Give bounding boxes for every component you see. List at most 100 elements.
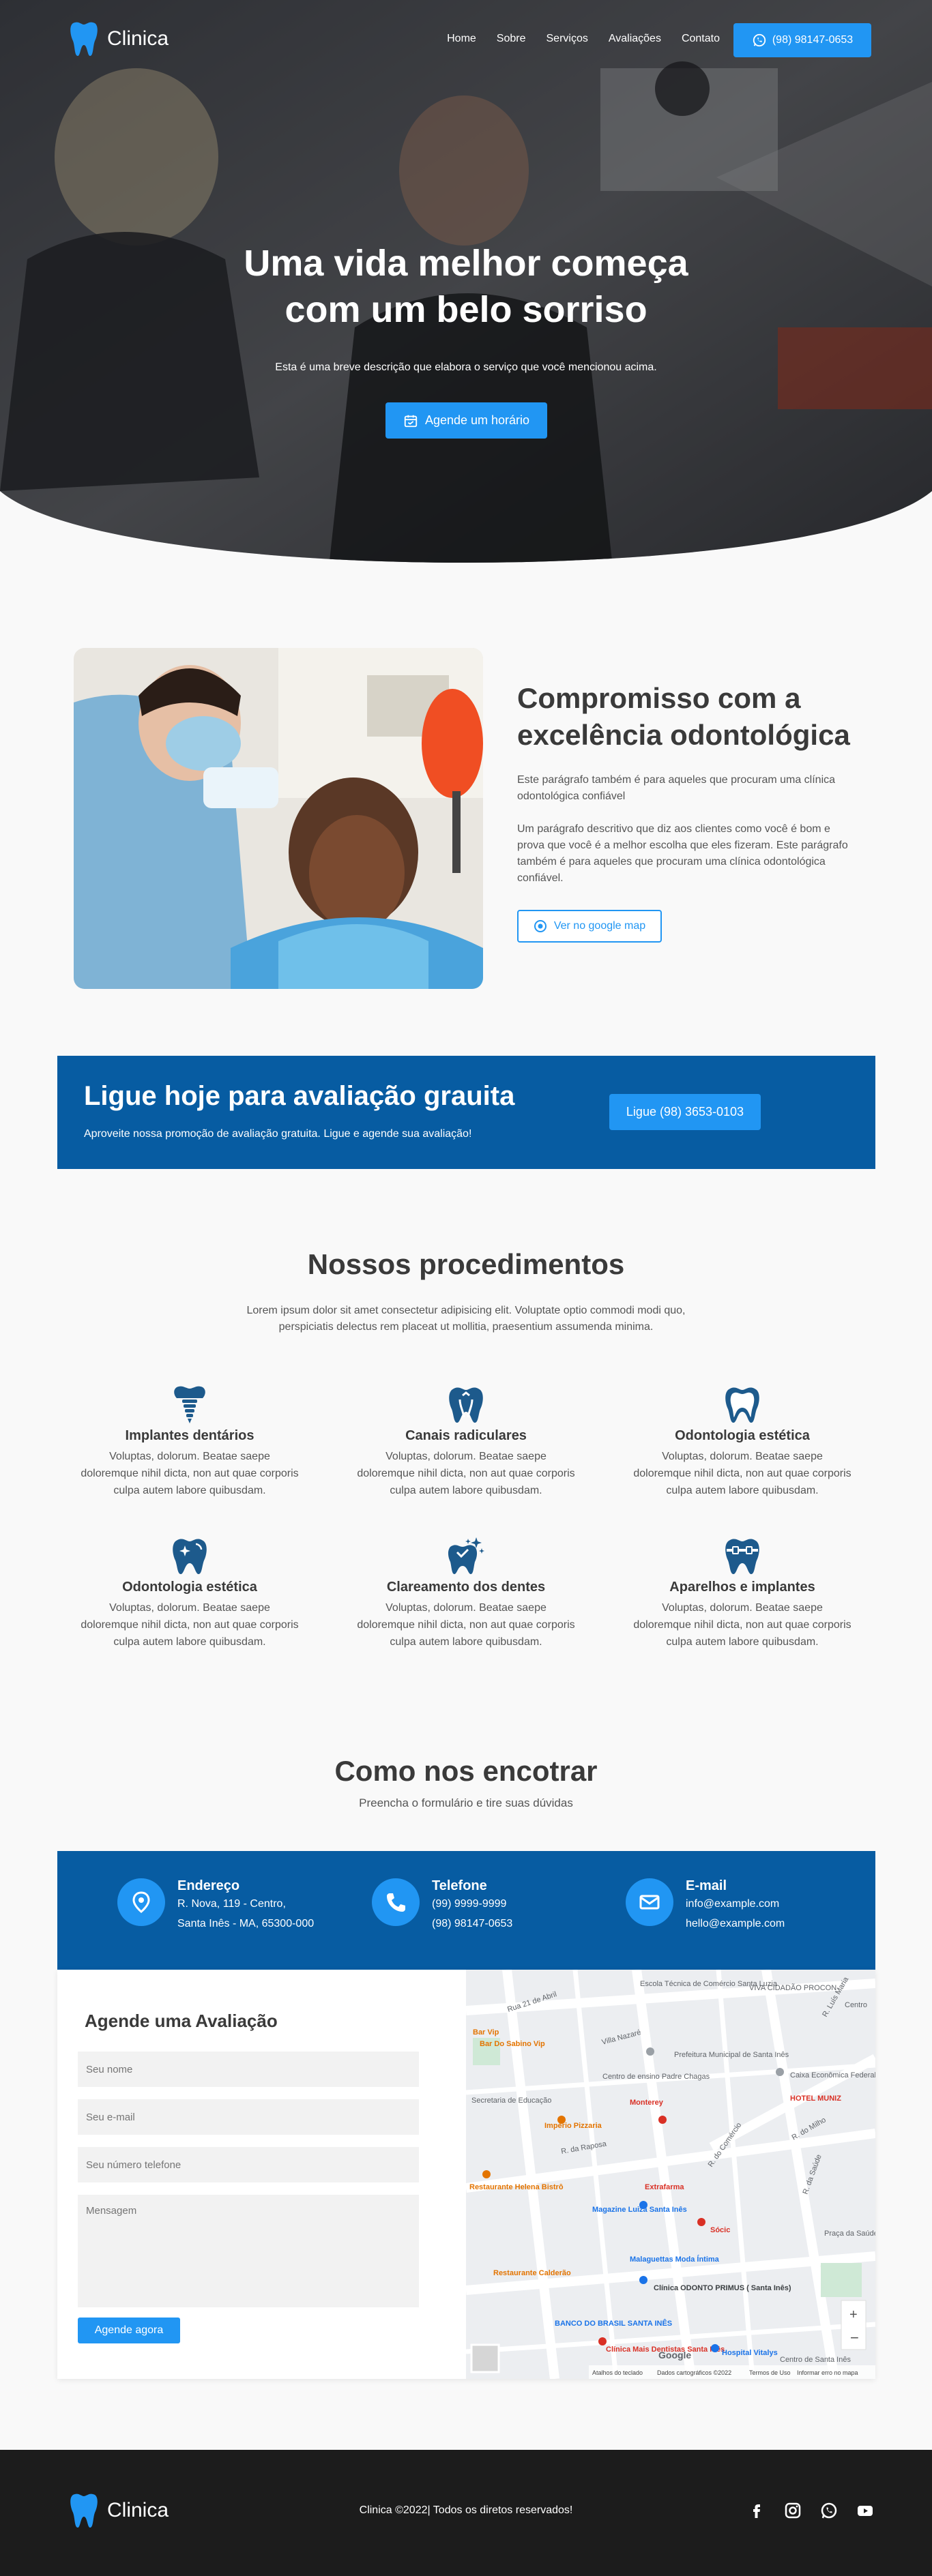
dentist-patient-photo: [74, 648, 483, 989]
google-map-button[interactable]: Ver no google map: [517, 910, 662, 943]
map-label: Monterey: [630, 2099, 664, 2107]
phone-line-2[interactable]: (98) 98147-0653: [432, 1914, 512, 1934]
map-label: Centro de Santa Inês: [780, 2356, 851, 2364]
procedure-name: Clareamento dos dentes: [386, 1580, 546, 1595]
procedure-description: Voluptas, dolorum. Beatae saepe doloremq…: [81, 1602, 299, 1648]
youtube-icon[interactable]: [856, 2502, 874, 2519]
instagram-icon[interactable]: [784, 2502, 802, 2519]
map-label: Prefeitura Municipal de Santa Inês: [674, 2051, 789, 2059]
phone-input[interactable]: [78, 2147, 419, 2182]
map-label: Dados cartográficos ©2022: [657, 2369, 731, 2376]
address-block: Endereço R. Nova, 119 - Centro, Santa In…: [117, 1878, 314, 1934]
contact-subtitle: Preencha o formulário e tire suas dúvida…: [359, 1796, 573, 1809]
phone-label: Telefone: [432, 1878, 487, 1893]
google-map[interactable]: Escola Técnica de Comércio Santa Luzia V…: [466, 1970, 875, 2379]
dental-implant-icon: [174, 1386, 205, 1423]
address-icon-badge: [117, 1878, 165, 1926]
procedure-name: Odontologia estética: [675, 1428, 810, 1443]
evaluation-cta-banner: Ligue hoje para avaliação grauita Aprove…: [57, 1056, 875, 1169]
map-label: Magazine Luiza Santa Inês: [592, 2206, 687, 2214]
email-label: E-mail: [686, 1878, 727, 1893]
about-section: Compromisso com a excelência odontológic…: [0, 580, 932, 1057]
map-label: Clínica ODONTO PRIMUS ( Santa Inês): [654, 2284, 791, 2292]
procedure-name: Odontologia estética: [122, 1580, 257, 1595]
map-label: Centro de ensino Padre Chagas: [602, 2073, 710, 2081]
address-line-2: Santa Inês - MA, 65300-000: [177, 1918, 315, 1929]
nav-link-servicos[interactable]: Serviços: [547, 33, 588, 45]
email-icon-badge: [626, 1878, 673, 1926]
procedure-card: Odontologia estética Voluptas, dolorum. …: [81, 1536, 299, 1650]
message-textarea[interactable]: [78, 2195, 419, 2307]
phone-icon-badge: [372, 1878, 420, 1926]
envelope-icon: [639, 1895, 660, 1910]
appointment-form-card: Agende uma Avaliação Agende agora: [57, 1970, 875, 2379]
map-label: Restaurante Calderão: [493, 2269, 571, 2277]
about-paragraph-2: Um parágrafo descritivo que diz aos clie…: [517, 823, 848, 884]
tooth-whitening-icon: [448, 1537, 484, 1574]
phone-line-1[interactable]: (99) 9999-9999: [432, 1894, 512, 1914]
social-links: [748, 2502, 874, 2519]
tooth-sparkle-icon: [173, 1539, 207, 1574]
map-label: Malaguettas Moda Íntima: [630, 2255, 720, 2264]
map-label: Bar Vip: [473, 2028, 499, 2037]
address-line-1: R. Nova, 119 - Centro,: [177, 1898, 286, 1910]
email-block: E-mail info@example.com hello@example.co…: [626, 1878, 785, 1934]
hero-section: Clinica Home Sobre Serviços Avaliações C…: [0, 0, 932, 580]
email-line-1[interactable]: info@example.com: [686, 1894, 785, 1914]
procedure-card: Odontologia estética Voluptas, dolorum. …: [633, 1385, 851, 1499]
facebook-icon[interactable]: [748, 2502, 766, 2519]
email-input[interactable]: [78, 2099, 419, 2135]
name-input[interactable]: [78, 2052, 419, 2087]
submit-button[interactable]: Agende agora: [78, 2318, 180, 2343]
map-label: Secretaria de Educação: [471, 2097, 551, 2105]
footer: Clinica Clinica ©2022| Todos os diretos …: [0, 2450, 932, 2576]
root-canal-icon: [449, 1387, 483, 1423]
email-line-2[interactable]: hello@example.com: [686, 1914, 785, 1934]
procedure-card: Aparelhos e implantes Voluptas, dolorum.…: [633, 1536, 851, 1650]
logo[interactable]: Clinica: [69, 20, 169, 57]
nav-link-contato[interactable]: Contato: [682, 33, 720, 45]
logo-text: Clinica: [107, 27, 169, 50]
whatsapp-icon[interactable]: [820, 2502, 838, 2519]
whatsapp-phone-button[interactable]: (98) 98147-0653: [733, 23, 871, 57]
map-label: Termos de Uso: [749, 2369, 791, 2376]
procedure-description: Voluptas, dolorum. Beatae saepe doloremq…: [633, 1602, 851, 1648]
navbar: Clinica Home Sobre Serviços Avaliações C…: [0, 0, 932, 82]
cta-subtitle: Aproveite nossa promoção de avaliação gr…: [84, 1128, 472, 1140]
main-menu: Home Sobre Serviços Avaliações Contato: [447, 33, 720, 45]
nav-link-home[interactable]: Home: [447, 33, 476, 45]
map-label: Caixa Econômica Federal: [790, 2071, 875, 2079]
address-label: Endereço: [177, 1878, 240, 1893]
map-pin-icon: [132, 1891, 150, 1913]
procedure-description: Voluptas, dolorum. Beatae saepe doloremq…: [81, 1451, 299, 1496]
procedure-name: Aparelhos e implantes: [669, 1580, 815, 1595]
whatsapp-icon: [753, 33, 766, 47]
map-label: Atalhos do teclado: [592, 2369, 643, 2376]
map-label: Sócic: [710, 2226, 730, 2234]
tooth-logo-icon: [70, 22, 98, 56]
svg-text:+: +: [849, 2307, 858, 2322]
tooth-outline-icon: [725, 1387, 759, 1423]
map-label: Restaurante Helena Bistrô: [469, 2183, 564, 2191]
calendar-icon: [404, 415, 418, 427]
location-target-icon: [534, 920, 547, 932]
procedure-card: Clareamento dos dentes Voluptas, dolorum…: [357, 1536, 575, 1650]
contact-info-bar: Endereço R. Nova, 119 - Centro, Santa In…: [57, 1851, 875, 1970]
call-button[interactable]: Ligue (98) 3653-0103: [609, 1094, 761, 1130]
map-label: Império Pizzaria: [544, 2122, 602, 2130]
phone-block: Telefone (99) 9999-9999 (98) 98147-0653: [372, 1878, 512, 1934]
procedure-name: Implantes dentários: [125, 1428, 254, 1443]
map-label: Centro: [845, 2001, 867, 2009]
map-label: Google: [658, 2350, 691, 2360]
google-map-button-label: Ver no google map: [553, 920, 646, 932]
hero-subtitle: Esta é uma breve descrição que elabora o…: [275, 361, 657, 373]
procedure-card: Canais radiculares Voluptas, dolorum. Be…: [357, 1385, 575, 1499]
schedule-button[interactable]: Agende um horário: [385, 402, 547, 439]
procedure-card: Implantes dentários Voluptas, dolorum. B…: [81, 1385, 299, 1499]
procedures-subtitle: Lorem ipsum dolor sit amet consectetur a…: [246, 1305, 686, 1333]
nav-link-avaliacoes[interactable]: Avaliações: [609, 33, 661, 45]
svg-text:−: −: [850, 2329, 859, 2346]
phone-number: (98) 98147-0653: [772, 34, 854, 46]
map-label: BANCO DO BRASIL SANTA INÊS: [555, 2319, 672, 2328]
nav-link-sobre[interactable]: Sobre: [497, 33, 526, 45]
